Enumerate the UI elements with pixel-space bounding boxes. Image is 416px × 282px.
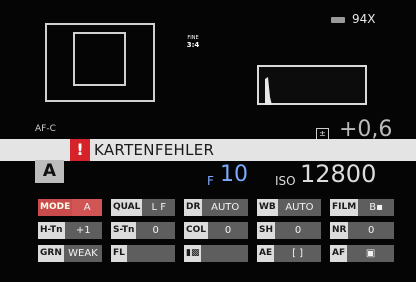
setting-wb-label: WB [257, 199, 278, 216]
setting-white-balance[interactable]: WB AUTO [257, 199, 321, 216]
setting-mode-value: A [72, 199, 102, 216]
setting-dynamic-range[interactable]: DR AUTO [184, 199, 248, 216]
setting-stn-label: S-Tn [111, 222, 137, 239]
setting-col-value: 0 [224, 225, 232, 236]
setting-noise-reduction[interactable]: NR 0 [330, 222, 394, 239]
setting-image-stabilizer[interactable]: ▮▩ [184, 245, 248, 262]
af-mode-indicator: AF-C [35, 124, 56, 134]
setting-af-label: AF [330, 245, 348, 262]
setting-htn-value: +1 [75, 225, 91, 236]
setting-flash[interactable]: FL [111, 245, 175, 262]
setting-ae-label: AE [257, 245, 275, 262]
battery-icon [331, 17, 345, 23]
setting-stn-value: 0 [152, 225, 159, 236]
setting-quality-label: QUAL [111, 199, 143, 216]
setting-grn-label: GRN [38, 245, 64, 262]
setting-color[interactable]: COL 0 [184, 222, 248, 239]
setting-dr-label: DR [184, 199, 203, 216]
aperture-value: 10 [220, 162, 248, 187]
shots-remaining: 94X [352, 12, 376, 26]
setting-af-mode[interactable]: AF ▣ [330, 245, 394, 262]
af-area-icon: ▣ [365, 248, 376, 259]
setting-shadow-tone[interactable]: S-Tn 0 [111, 222, 175, 239]
setting-quality[interactable]: QUAL L F [111, 199, 175, 216]
setting-mode[interactable]: MODE A [38, 199, 102, 216]
setting-nr-label: NR [330, 222, 349, 239]
quality-icon-bottom: 3:4 [186, 41, 200, 49]
error-message: KARTENFEHLER [94, 141, 215, 159]
setting-film-value: B▪ [369, 202, 383, 213]
setting-grn-value: WEAK [68, 248, 98, 259]
setting-quality-value: L F [151, 202, 166, 213]
setting-dr-value: AUTO [211, 202, 240, 213]
setting-highlight-tone[interactable]: H-Tn +1 [38, 222, 102, 239]
setting-film-simulation[interactable]: FILM B▪ [330, 199, 394, 216]
histogram-graph [265, 77, 272, 105]
setting-col-label: COL [184, 222, 208, 239]
setting-sh-value: 0 [294, 225, 302, 236]
setting-sh-label: SH [257, 222, 276, 239]
histogram [257, 65, 367, 105]
setting-fl-label: FL [111, 245, 127, 262]
setting-fl-value [127, 245, 175, 262]
iso-value: 12800 [300, 160, 377, 188]
shooting-mode: A [35, 160, 64, 183]
setting-wb-value: AUTO [285, 202, 314, 213]
setting-mode-label: MODE [38, 199, 73, 216]
af-point[interactable] [73, 32, 126, 86]
iso-label: ISO [275, 174, 296, 188]
setting-ae-metering[interactable]: AE [ ] [257, 245, 321, 262]
setting-nr-value: 0 [368, 225, 375, 236]
image-quality-icon: FINE 3:4 [186, 35, 200, 51]
setting-is-value [201, 245, 248, 262]
warning-icon: ! [70, 139, 90, 161]
setting-ae-value: [ ] [292, 248, 304, 259]
setting-grain[interactable]: GRN WEAK [38, 245, 102, 262]
aperture-label: F [207, 174, 214, 188]
stabilizer-icon: ▮▩ [184, 245, 202, 262]
setting-htn-label: H-Tn [38, 222, 65, 239]
setting-sharpness[interactable]: SH 0 [257, 222, 321, 239]
setting-film-label: FILM [330, 199, 359, 216]
